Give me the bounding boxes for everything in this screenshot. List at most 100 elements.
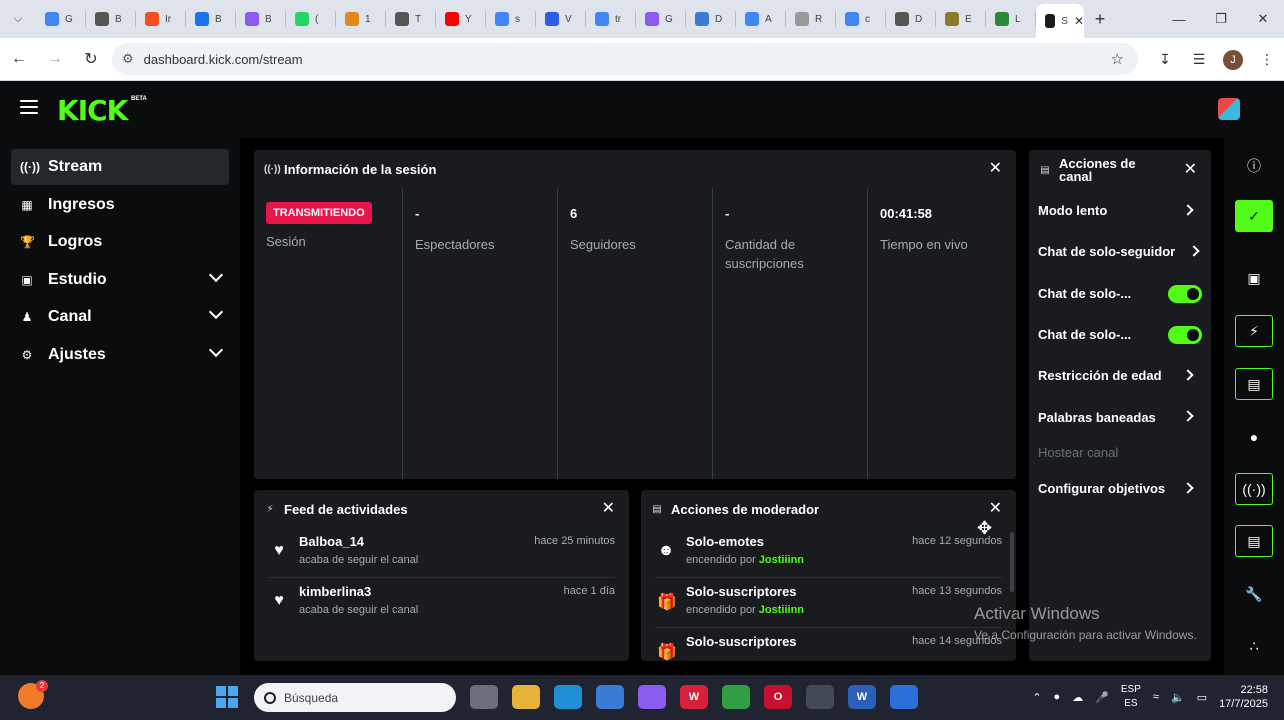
taskbar-search[interactable]: Búsqueda	[254, 683, 456, 712]
wps-icon[interactable]: W	[680, 685, 708, 709]
feed-user-name[interactable]: Balboa_14	[299, 534, 364, 549]
subscribers-only-toggle[interactable]	[1168, 325, 1202, 344]
browser-tab[interactable]: L	[986, 0, 1036, 38]
tray-network-icon[interactable]: ☁	[1072, 691, 1083, 704]
battery-icon[interactable]: ▭	[1197, 691, 1207, 704]
profile-avatar[interactable]: J	[1223, 49, 1243, 70]
browser-tab[interactable]: tr	[586, 0, 636, 38]
sidebar-item-canal[interactable]: ♟ Canal	[11, 299, 229, 335]
channel-action-age-restriction[interactable]: Restricción de edad	[1029, 355, 1211, 396]
hamburger-menu-icon[interactable]	[20, 100, 38, 114]
browser-tab[interactable]: D	[886, 0, 936, 38]
browser-tab[interactable]: V	[536, 0, 586, 38]
volume-icon[interactable]: 🔈	[1171, 691, 1185, 704]
media-control-icon[interactable]: ☰	[1182, 51, 1216, 68]
clock[interactable]: 22:58 17/7/2025	[1219, 683, 1268, 711]
edge-icon[interactable]	[554, 685, 582, 709]
site-info-icon[interactable]: ⚙	[122, 51, 134, 67]
browser-tab[interactable]: G	[636, 0, 686, 38]
browser-tab[interactable]: B	[186, 0, 236, 38]
info-icon[interactable]: ⓘ	[1235, 150, 1273, 182]
browser-tab[interactable]: c	[836, 0, 886, 38]
sidebar-item-ingresos[interactable]: ▦ Ingresos	[11, 187, 229, 223]
browser-tab[interactable]: Ir	[136, 0, 186, 38]
reload-button[interactable]: ↻	[74, 42, 108, 76]
browser-tab[interactable]: A	[736, 0, 786, 38]
browser-tab[interactable]: B	[86, 0, 136, 38]
input-language[interactable]: ESP ES	[1121, 683, 1141, 711]
tab-active[interactable]: S ✕	[1036, 4, 1084, 38]
close-icon[interactable]: ✕	[602, 501, 615, 517]
tray-app-icon[interactable]: ●	[1054, 691, 1061, 703]
tray-chevron-icon[interactable]: ⌃	[1032, 691, 1041, 704]
file-explorer-icon[interactable]	[512, 685, 540, 709]
browser-tab[interactable]: Y	[436, 0, 486, 38]
mod-user-link[interactable]: Jostiiinn	[759, 554, 804, 566]
panel-header[interactable]: ▤ Acciones de moderador	[641, 490, 1016, 528]
windows-start-icon[interactable]	[216, 686, 238, 708]
sidebar-item-ajustes[interactable]: ⚙ Ajustes	[11, 337, 229, 373]
tab-search-button[interactable]: ⌵	[0, 0, 36, 38]
browser-tab[interactable]: R	[786, 0, 836, 38]
minimize-button[interactable]: —	[1158, 0, 1200, 38]
channel-action-banned-words[interactable]: Palabras baneadas	[1029, 396, 1211, 437]
browser-tab[interactable]: T	[386, 0, 436, 38]
wrench-icon[interactable]: 🔧	[1235, 578, 1273, 610]
broadcast-icon[interactable]: ((·))	[1235, 473, 1273, 505]
panel-header[interactable]: ⚡ Feed de actividades	[254, 490, 629, 528]
sidebar-item-estudio[interactable]: ▣ Estudio	[11, 262, 229, 298]
sidebar-item-stream[interactable]: ((·)) Stream	[11, 149, 229, 185]
wifi-icon[interactable]: ≈	[1153, 691, 1159, 703]
browser-menu-icon[interactable]: ⋮	[1250, 51, 1284, 68]
chrome-icon[interactable]	[722, 685, 750, 709]
browser-tab[interactable]: E	[936, 0, 986, 38]
chat-icon[interactable]: ●	[1235, 421, 1273, 453]
download-icon[interactable]: ↧	[1148, 51, 1182, 68]
kick-logo[interactable]: KICK	[57, 94, 128, 127]
browser-tab[interactable]: G	[36, 0, 86, 38]
sidebar-item-logros[interactable]: 🏆 Logros	[11, 224, 229, 260]
channel-action-followers-only[interactable]: Chat de solo-seguidor	[1029, 231, 1211, 272]
store-icon[interactable]	[596, 685, 624, 709]
screen-capture-icon[interactable]: ▣	[1235, 262, 1273, 294]
close-icon[interactable]: ✕	[1184, 162, 1197, 178]
browser-tab[interactable]: (	[286, 0, 336, 38]
document-icon[interactable]: ▤	[1235, 368, 1273, 400]
mod-action-prefix: encendido por	[686, 554, 756, 566]
new-tab-button[interactable]: +	[1084, 9, 1116, 30]
close-window-button[interactable]: ✕	[1242, 0, 1284, 38]
close-icon[interactable]: ✕	[989, 501, 1002, 517]
bookmark-star-icon[interactable]: ☆	[1111, 50, 1124, 68]
microphone-icon[interactable]: 🎤	[1095, 691, 1109, 704]
back-button[interactable]: ←	[2, 42, 36, 76]
obs-icon[interactable]	[806, 685, 834, 709]
emotes-only-toggle[interactable]	[1168, 284, 1202, 303]
opera-icon[interactable]: O	[764, 685, 792, 709]
lightning-icon[interactable]: ⚡	[1235, 315, 1273, 347]
browser-tab[interactable]: s	[486, 0, 536, 38]
settings-dots-icon[interactable]: ∴	[1235, 630, 1273, 662]
check-icon[interactable]: ✓	[1235, 200, 1273, 232]
layout-icon[interactable]: ▤	[1235, 525, 1273, 557]
copilot-icon[interactable]	[638, 685, 666, 709]
maximize-button[interactable]: ❐	[1200, 0, 1242, 38]
word-icon[interactable]: W	[848, 685, 876, 709]
app-icon[interactable]	[890, 685, 918, 709]
user-avatar[interactable]	[1218, 98, 1240, 120]
feed-user-name[interactable]: kimberlina3	[299, 584, 371, 599]
scrollbar[interactable]	[1010, 532, 1014, 592]
address-bar[interactable]: ⚙ dashboard.kick.com/stream ☆	[112, 43, 1138, 75]
browser-tab[interactable]: D	[686, 0, 736, 38]
task-view-icon[interactable]	[470, 685, 498, 709]
channel-action-slow-mode[interactable]: Modo lento	[1029, 190, 1211, 231]
channel-action-set-goals[interactable]: Configurar objetivos	[1029, 468, 1211, 509]
close-icon[interactable]: ✕	[989, 161, 1002, 177]
close-tab-icon[interactable]: ✕	[1074, 14, 1084, 28]
mod-user-link[interactable]: Jostiiinn	[759, 604, 804, 616]
studio-icon: ▣	[21, 272, 33, 287]
panel-header[interactable]: ((·)) Información de la sesión	[254, 150, 1016, 188]
browser-tab[interactable]: B	[236, 0, 286, 38]
browser-tab[interactable]: 1	[336, 0, 386, 38]
forward-button[interactable]: →	[38, 42, 72, 76]
weather-widget-icon[interactable]: 2	[18, 680, 48, 709]
